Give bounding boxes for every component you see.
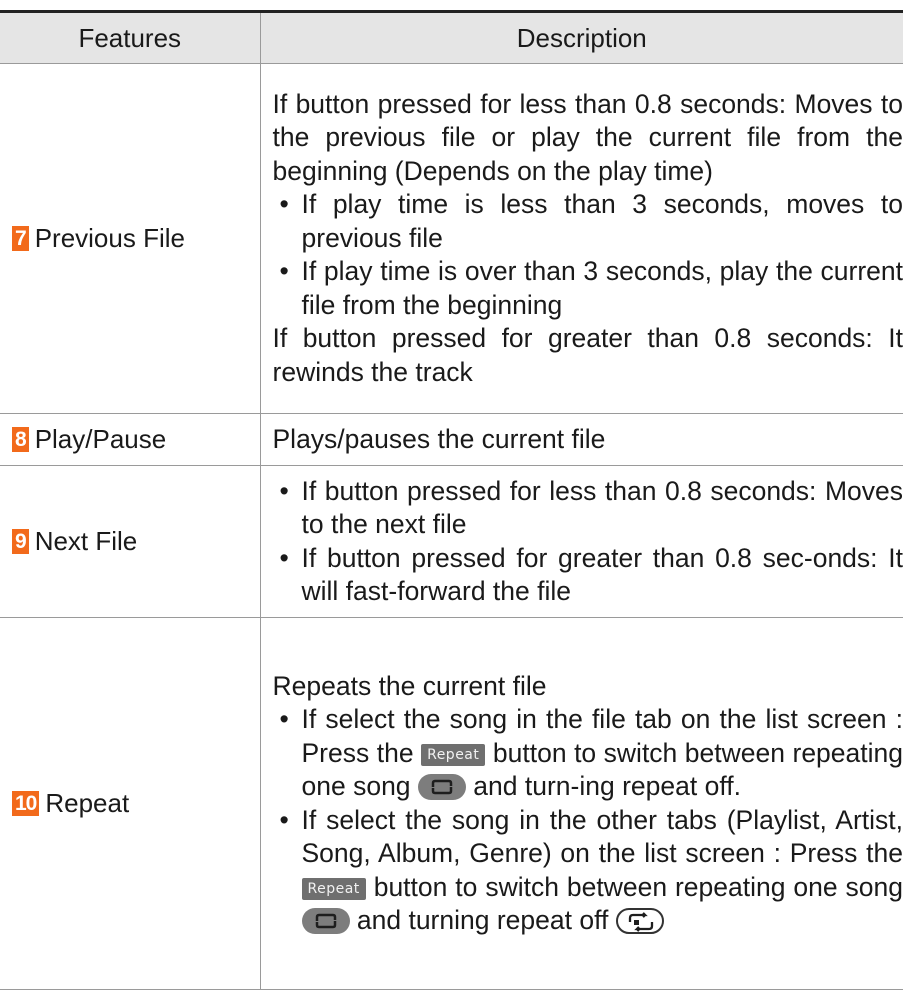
list-item-text: button to switch between repeating one s…: [373, 871, 903, 902]
description-text: If button pressed for greater than 0.8 s…: [272, 323, 903, 387]
list-item: If play time is over than 3 seconds, pla…: [273, 255, 903, 322]
feature-number-badge: 10: [12, 791, 40, 816]
list-item: If button pressed for less than 0.8 seco…: [273, 475, 903, 542]
description-cell: Plays/pauses the current file: [260, 413, 903, 466]
table-header-row: Features Description: [0, 10, 903, 64]
repeat-button: Repeat: [421, 743, 486, 766]
list-item-text: and turn-ing repeat off.: [473, 771, 741, 801]
list-item-text: If select the song in the other tabs (Pl…: [301, 804, 903, 869]
bullet-list: If select the song in the file tab on th…: [273, 703, 903, 938]
description-text: Repeats the current file: [272, 670, 547, 701]
feature-label: Repeat: [45, 788, 130, 818]
feature-label: Previous File: [34, 223, 185, 253]
repeat-one-icon: [417, 774, 466, 800]
list-item: If select the song in the file tab on th…: [273, 703, 903, 804]
features-column-header: Features: [0, 10, 261, 64]
feature-number-badge: 8: [12, 427, 29, 452]
feature-label: Next File: [34, 526, 138, 556]
list-item: If play time is less than 3 seconds, mov…: [273, 188, 903, 255]
description-cell: If button pressed for less than 0.8 seco…: [260, 63, 903, 414]
list-item: If button pressed for greater than 0.8 s…: [273, 542, 903, 609]
list-item-text: and turning repeat off: [356, 905, 609, 935]
table-row: 7 Previous File If button pressed for les…: [0, 63, 903, 414]
repeat-off-icon: [615, 908, 664, 934]
feature-cell: 10 Repeat: [0, 617, 261, 990]
description-text: If button pressed for less than 0.8 seco…: [272, 88, 903, 186]
feature-number-badge: 7: [12, 226, 29, 251]
description-cell: Repeats the current file If select the s…: [260, 617, 903, 990]
feature-cell: 8 Play/Pause: [0, 413, 261, 466]
feature-cell: 7 Previous File: [0, 63, 261, 414]
feature-cell: 9 Next File: [0, 465, 261, 618]
repeat-button: Repeat: [301, 877, 366, 900]
table-row: 10Repeat Repeats the current file If sel…: [0, 617, 903, 990]
feature-label: Play/Pause: [34, 424, 167, 454]
bullet-list: If play time is less than 3 seconds, mov…: [273, 188, 903, 322]
list-item: If select the song in the other tabs (Pl…: [273, 804, 903, 938]
description-cell: If button pressed for less than 0.8 seco…: [260, 465, 903, 618]
repeat-one-icon: [301, 908, 350, 934]
feature-number-badge: 9: [12, 529, 29, 554]
description-text: Plays/pauses the current file: [272, 423, 606, 454]
table-row: 8 Play/Pause Plays/pauses the current fil…: [0, 413, 903, 466]
description-column-header: Description: [260, 10, 903, 64]
bullet-list: If button pressed for less than 0.8 seco…: [273, 475, 903, 609]
table-row: 9Next File If button pressed for less th…: [0, 465, 903, 618]
features-table: Features Description 7 Previous File If b…: [0, 10, 903, 990]
